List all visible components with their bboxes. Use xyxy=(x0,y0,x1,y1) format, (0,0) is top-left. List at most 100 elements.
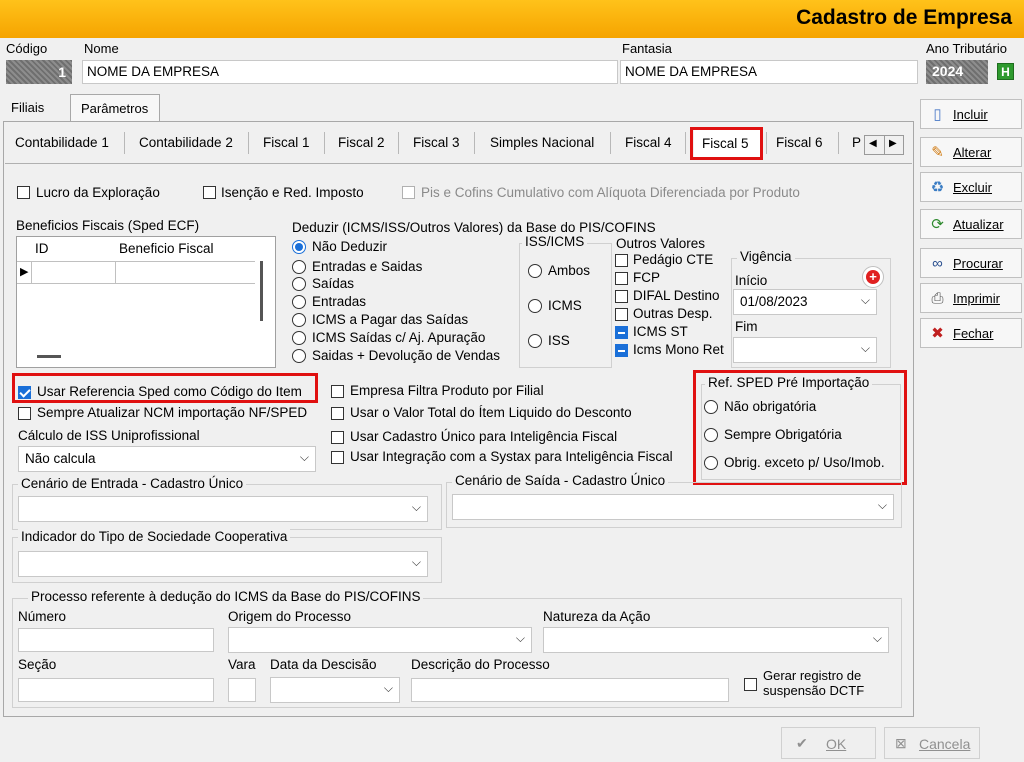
add-icon: + xyxy=(866,270,880,284)
deduzir-option-0-label: Não Deduzir xyxy=(312,239,388,254)
title-bar: Cadastro de Empresa xyxy=(0,0,1024,38)
tab-more[interactable]: P xyxy=(852,135,861,150)
codigo-field[interactable]: 1 xyxy=(6,60,72,84)
imprimir-button[interactable]: ⎙ Imprimir xyxy=(920,283,1022,313)
deduzir-title: Deduzir (ICMS/ISS/Outros Valores) da Bas… xyxy=(292,220,656,235)
systax-label: Usar Integração com a Systax para Inteli… xyxy=(350,449,673,464)
deduzir-option-5-radio[interactable] xyxy=(292,331,306,345)
cadastro-unico-checkbox[interactable] xyxy=(331,431,344,444)
tab-fiscal-2[interactable]: Fiscal 2 xyxy=(338,135,385,150)
valor-total-checkbox[interactable] xyxy=(331,407,344,420)
tab-separator xyxy=(685,132,686,154)
tab-scroll-right-icon[interactable]: ▶ xyxy=(889,138,897,149)
trash-icon: ♻ xyxy=(930,179,945,196)
pis-cofins-checkbox[interactable] xyxy=(402,186,415,199)
tab-fiscal-3[interactable]: Fiscal 3 xyxy=(413,135,460,150)
iss-icms-iss-label: ISS xyxy=(548,333,570,348)
ano-tributario-field[interactable]: 2024 xyxy=(926,60,988,84)
tab-fiscal-1[interactable]: Fiscal 1 xyxy=(263,135,310,150)
gerar-registro-checkbox[interactable] xyxy=(744,678,757,691)
data-decisao-picker[interactable]: ⌵ xyxy=(270,677,400,703)
ano-history-button[interactable]: H xyxy=(997,63,1014,80)
secao-field[interactable] xyxy=(18,678,214,702)
lucro-exploracao-checkbox[interactable] xyxy=(17,186,30,199)
nome-field[interactable]: NOME DA EMPRESA xyxy=(82,60,618,84)
cenario-entrada-select[interactable]: ⌵ xyxy=(18,496,428,522)
grid-col-line xyxy=(31,261,32,283)
ano-tributario-label: Ano Tributário xyxy=(926,41,1007,56)
chevron-down-icon: ⌵ xyxy=(299,450,309,464)
tab-filiais[interactable]: Filiais xyxy=(3,95,63,121)
tab-separator xyxy=(124,132,125,154)
vara-field[interactable] xyxy=(228,678,256,702)
deduzir-option-1-label: Entradas e Saidas xyxy=(312,259,423,274)
descricao-field[interactable] xyxy=(411,678,729,702)
excluir-button[interactable]: ♻ Excluir xyxy=(920,172,1022,202)
isencao-checkbox[interactable] xyxy=(203,186,216,199)
inicio-date-picker[interactable]: 01/08/2023 ⌵ xyxy=(733,289,877,315)
tab-scroll-left-icon[interactable]: ◀ xyxy=(869,138,877,149)
atualizar-button[interactable]: ⟳ Atualizar xyxy=(920,209,1022,239)
numero-label: Número xyxy=(18,609,67,624)
grid-hscroll[interactable] xyxy=(37,355,61,358)
alterar-button[interactable]: ✎ Alterar xyxy=(920,137,1022,167)
close-window-icon: ✖ xyxy=(931,325,944,342)
iss-icms-ambos-label: Ambos xyxy=(548,263,591,278)
beneficios-grid[interactable]: ID Beneficio Fiscal ▶ xyxy=(16,236,276,368)
pedagio-cte-checkbox[interactable] xyxy=(615,254,628,267)
deduzir-option-2-label: Saídas xyxy=(312,276,355,291)
deduzir-option-0-radio[interactable] xyxy=(292,240,306,254)
sempre-atualizar-checkbox[interactable] xyxy=(18,407,31,420)
tab-fiscal-6[interactable]: Fiscal 6 xyxy=(776,135,823,150)
fcp-checkbox[interactable] xyxy=(615,272,628,285)
tab-contabilidade-2[interactable]: Contabilidade 2 xyxy=(139,135,233,150)
cooperativa-select[interactable]: ⌵ xyxy=(18,551,428,577)
icms-st-checkbox[interactable] xyxy=(615,326,628,339)
procurar-button[interactable]: ∞ Procurar xyxy=(920,248,1022,278)
tab-simples-nacional[interactable]: Simples Nacional xyxy=(490,135,594,150)
iss-icms-iss-radio[interactable] xyxy=(528,334,542,348)
icms-mono-ret-label: Icms Mono Ret xyxy=(633,342,724,357)
fim-date-picker[interactable]: ⌵ xyxy=(733,337,877,363)
systax-checkbox[interactable] xyxy=(331,451,344,464)
deduzir-option-1-radio[interactable] xyxy=(292,260,306,274)
grid-vscroll[interactable] xyxy=(260,261,263,321)
numero-field[interactable] xyxy=(18,628,214,652)
deduzir-option-2-radio[interactable] xyxy=(292,277,306,291)
tab-scroll-divider xyxy=(884,136,885,154)
tab-filiais-label: Filiais xyxy=(11,100,45,115)
excluir-label: Excluir xyxy=(953,180,993,195)
deduzir-option-6-radio[interactable] xyxy=(292,349,306,363)
fechar-button[interactable]: ✖ Fechar xyxy=(920,318,1022,348)
empresa-filtra-checkbox[interactable] xyxy=(331,385,344,398)
check-icon: ✔ xyxy=(796,735,808,751)
chevron-down-icon: ⌵ xyxy=(383,681,393,695)
iss-icms-icms-radio[interactable] xyxy=(528,299,542,313)
difal-destino-checkbox[interactable] xyxy=(615,290,628,303)
outras-desp-checkbox[interactable] xyxy=(615,308,628,321)
add-vigencia-button[interactable]: + xyxy=(862,266,884,288)
highlight-fiscal-5 xyxy=(690,127,763,160)
fantasia-field[interactable]: NOME DA EMPRESA xyxy=(620,60,918,84)
iss-icms-ambos-radio[interactable] xyxy=(528,264,542,278)
deduzir-option-4-radio[interactable] xyxy=(292,313,306,327)
cenario-saida-select[interactable]: ⌵ xyxy=(452,494,894,520)
cancela-button[interactable]: ⊠ Cancela xyxy=(884,727,980,759)
incluir-button[interactable]: ▯ Incluir xyxy=(920,99,1022,129)
calculo-iss-select[interactable]: Não calcula ⌵ xyxy=(18,446,316,472)
tab-parametros[interactable]: Parâmetros xyxy=(70,94,160,122)
ok-button[interactable]: ✔ OK xyxy=(781,727,876,759)
tab-fiscal-4[interactable]: Fiscal 4 xyxy=(625,135,672,150)
origem-select[interactable]: ⌵ xyxy=(228,627,532,653)
chevron-down-icon: ⌵ xyxy=(872,631,882,645)
tab-contabilidade-1[interactable]: Contabilidade 1 xyxy=(15,135,109,150)
valor-total-label: Usar o Valor Total do Ítem Liquido do De… xyxy=(350,405,632,420)
tab-separator xyxy=(838,132,839,154)
natureza-select[interactable]: ⌵ xyxy=(543,627,889,653)
tab-separator xyxy=(324,132,325,154)
atualizar-label: Atualizar xyxy=(953,217,1004,232)
deduzir-option-6-label: Saidas + Devolução de Vendas xyxy=(312,348,501,363)
deduzir-option-3-radio[interactable] xyxy=(292,295,306,309)
fim-label: Fim xyxy=(735,319,758,334)
icms-mono-ret-checkbox[interactable] xyxy=(615,344,628,357)
